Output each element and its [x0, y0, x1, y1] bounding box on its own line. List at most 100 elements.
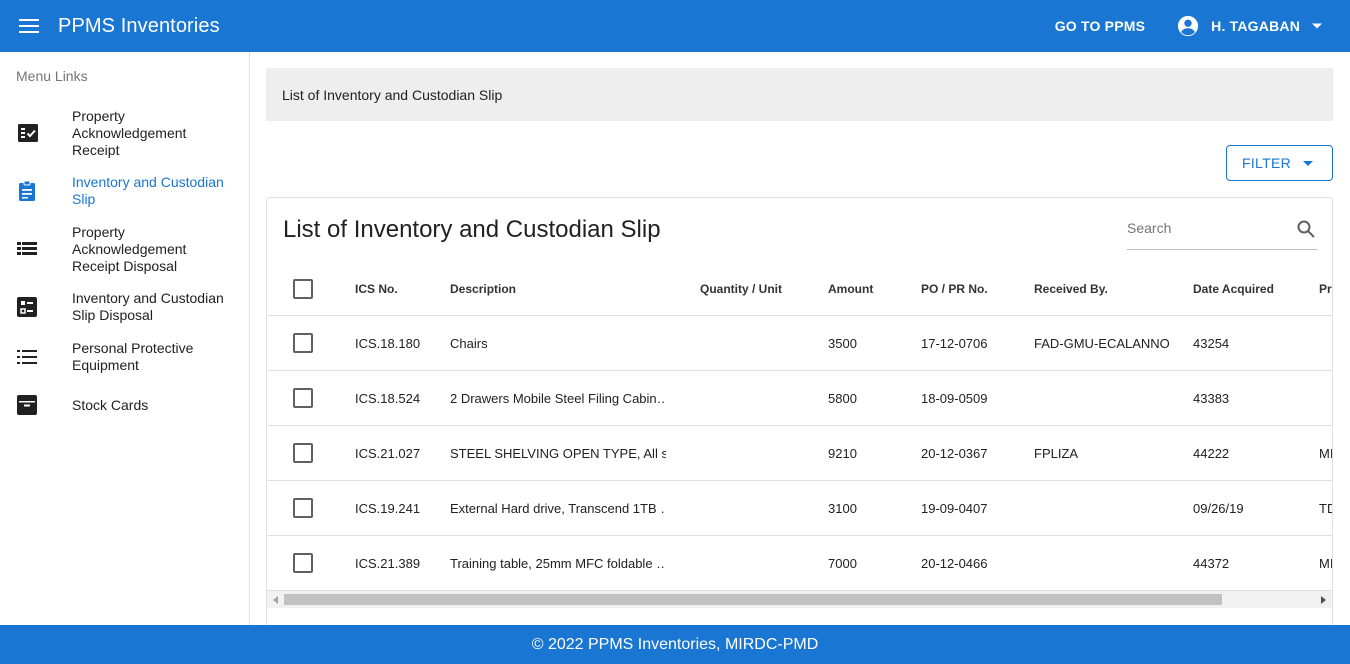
cell-description: 2 Drawers Mobile Steel Filing Cabin… — [450, 390, 666, 406]
sidebar-item-label: Personal Protective Equipment — [72, 340, 194, 373]
sidebar: Menu Links Property Acknowledgement Rece… — [0, 52, 250, 625]
cell-truncated — [1319, 316, 1332, 370]
cell-date-acquired: 43383 — [1193, 390, 1230, 406]
scroll-right-button[interactable] — [1315, 591, 1332, 608]
scroll-left-arrow-icon — [273, 595, 278, 604]
cell-po-pr-no: 19-09-0407 — [921, 500, 988, 516]
ballot-icon — [17, 297, 37, 317]
sidebar-item-label: Property Acknowledgement Receipt Disposa… — [72, 223, 187, 274]
checklist-icon — [18, 124, 38, 142]
cell-quantity-unit — [700, 426, 810, 480]
scroll-left-button[interactable] — [267, 591, 284, 608]
cell-ics-no: ICS.21.389 — [355, 555, 421, 571]
scroll-right-arrow-icon — [1321, 595, 1326, 604]
chevron-down-icon — [1312, 23, 1322, 29]
column-header-received-by[interactable]: Received By. — [1034, 262, 1184, 315]
cell-quantity-unit — [700, 371, 810, 425]
sidebar-item-personal-protective-equipment[interactable]: Personal Protective Equipment — [0, 340, 249, 374]
row-checkbox[interactable] — [293, 333, 313, 353]
cell-quantity-unit — [700, 481, 810, 535]
table-row[interactable]: ICS.18.180 Chairs 3500 17-12-0706 FAD-GM… — [267, 316, 1332, 371]
cell-truncated: MI — [1319, 445, 1333, 461]
sidebar-item-label: Stock Cards — [72, 396, 149, 413]
row-checkbox[interactable] — [293, 553, 313, 573]
cell-date-acquired: 44222 — [1193, 445, 1230, 461]
sidebar-item-par-disposal[interactable]: Property Acknowledgement Receipt Disposa… — [0, 224, 249, 274]
sidebar-header: Menu Links — [16, 68, 88, 84]
cell-po-pr-no: 20-12-0466 — [921, 555, 988, 571]
clipboard-icon — [19, 180, 35, 201]
cell-received-by — [1034, 481, 1184, 535]
search-button[interactable] — [1297, 220, 1315, 243]
cell-truncated: TD — [1319, 500, 1332, 516]
filter-label: FILTER — [1242, 155, 1291, 171]
list-icon — [17, 350, 37, 364]
cell-received-by: FAD-GMU-ECALANNO — [1034, 335, 1170, 351]
cell-po-pr-no: 18-09-0509 — [921, 390, 988, 406]
cell-quantity-unit — [700, 316, 810, 370]
table-row[interactable]: ICS.18.524 2 Drawers Mobile Steel Filing… — [267, 371, 1332, 426]
cell-truncated — [1319, 371, 1332, 425]
row-checkbox[interactable] — [293, 443, 313, 463]
sidebar-item-label: Inventory and Custodian Slip Disposal — [72, 290, 224, 323]
cell-received-by: FPLIZA — [1034, 445, 1079, 461]
cell-date-acquired: 09/26/19 — [1193, 500, 1244, 516]
hamburger-menu-button[interactable] — [0, 0, 58, 52]
sidebar-item-stock-cards[interactable]: Stock Cards — [0, 390, 249, 420]
cell-amount: 3100 — [828, 500, 857, 516]
cell-amount: 3500 — [828, 335, 857, 351]
table-row[interactable]: ICS.21.389 Training table, 25mm MFC fold… — [267, 536, 1332, 591]
go-to-ppms-button[interactable]: GO TO PPMS — [1055, 18, 1145, 34]
select-all-checkbox[interactable] — [293, 279, 313, 299]
column-header-description[interactable]: Description — [450, 262, 666, 315]
table-header-row: ICS No. Description Quantity / Unit Amou… — [267, 262, 1332, 316]
cell-po-pr-no: 17-12-0706 — [921, 335, 988, 351]
app-title: PPMS Inventories — [58, 14, 220, 37]
ics-table: ICS No. Description Quantity / Unit Amou… — [267, 262, 1332, 591]
cell-truncated: MI — [1319, 555, 1333, 571]
sidebar-item-label: Inventory and Custodian Slip — [72, 174, 224, 207]
cell-ics-no: ICS.18.180 — [355, 335, 421, 351]
cell-amount: 9210 — [828, 445, 857, 461]
sidebar-item-property-acknowledgement-receipt[interactable]: Property Acknowledgement Receipt — [0, 108, 249, 158]
column-header-date-acquired[interactable]: Date Acquired — [1193, 262, 1303, 315]
cell-ics-no: ICS.18.524 — [355, 390, 421, 406]
column-header-truncated[interactable]: Pr — [1319, 262, 1332, 315]
app-bar: PPMS Inventories GO TO PPMS H. TAGABAN — [0, 0, 1350, 52]
column-header-quantity-unit[interactable]: Quantity / Unit — [700, 262, 810, 315]
user-name: H. TAGABAN — [1211, 18, 1300, 34]
cell-date-acquired: 44372 — [1193, 555, 1230, 571]
row-checkbox[interactable] — [293, 388, 313, 408]
table-row[interactable]: ICS.19.241 External Hard drive, Transcen… — [267, 481, 1332, 536]
row-checkbox[interactable] — [293, 498, 313, 518]
horizontal-scrollbar[interactable] — [267, 591, 1332, 608]
cell-date-acquired: 43254 — [1193, 335, 1230, 351]
account-circle-icon — [1178, 15, 1199, 37]
chevron-down-icon — [1303, 160, 1313, 166]
card-title: List of Inventory and Custodian Slip — [283, 216, 661, 243]
filter-button[interactable]: FILTER — [1226, 145, 1333, 181]
main-content: List of Inventory and Custodian Slip FIL… — [250, 52, 1350, 625]
breadcrumb: List of Inventory and Custodian Slip — [266, 68, 1333, 121]
cell-ics-no: ICS.19.241 — [355, 500, 421, 516]
sidebar-item-inventory-custodian-slip[interactable]: Inventory and Custodian Slip — [0, 174, 249, 208]
sidebar-item-ics-disposal[interactable]: Inventory and Custodian Slip Disposal — [0, 290, 249, 324]
search-input[interactable] — [1127, 220, 1287, 236]
footer: © 2022 PPMS Inventories, MIRDC-PMD — [0, 625, 1350, 664]
scrollbar-thumb[interactable] — [284, 594, 1222, 605]
cell-ics-no: ICS.21.027 — [355, 445, 421, 461]
cell-description: STEEL SHELVING OPEN TYPE, All st… — [450, 445, 666, 461]
table-row[interactable]: ICS.21.027 STEEL SHELVING OPEN TYPE, All… — [267, 426, 1332, 481]
search-box — [1127, 214, 1317, 250]
cell-description: External Hard drive, Transcend 1TB … — [450, 500, 666, 516]
column-header-amount[interactable]: Amount — [828, 262, 908, 315]
column-header-ics-no[interactable]: ICS No. — [355, 262, 445, 315]
column-header-po-pr-no[interactable]: PO / PR No. — [921, 262, 1021, 315]
cell-po-pr-no: 20-12-0367 — [921, 445, 988, 461]
table-card: List of Inventory and Custodian Slip ICS… — [266, 197, 1333, 625]
cell-amount: 7000 — [828, 555, 857, 571]
hamburger-icon — [19, 19, 39, 33]
cell-received-by — [1034, 536, 1184, 590]
cell-amount: 5800 — [828, 390, 857, 406]
user-menu-button[interactable]: H. TAGABAN — [1177, 15, 1322, 37]
